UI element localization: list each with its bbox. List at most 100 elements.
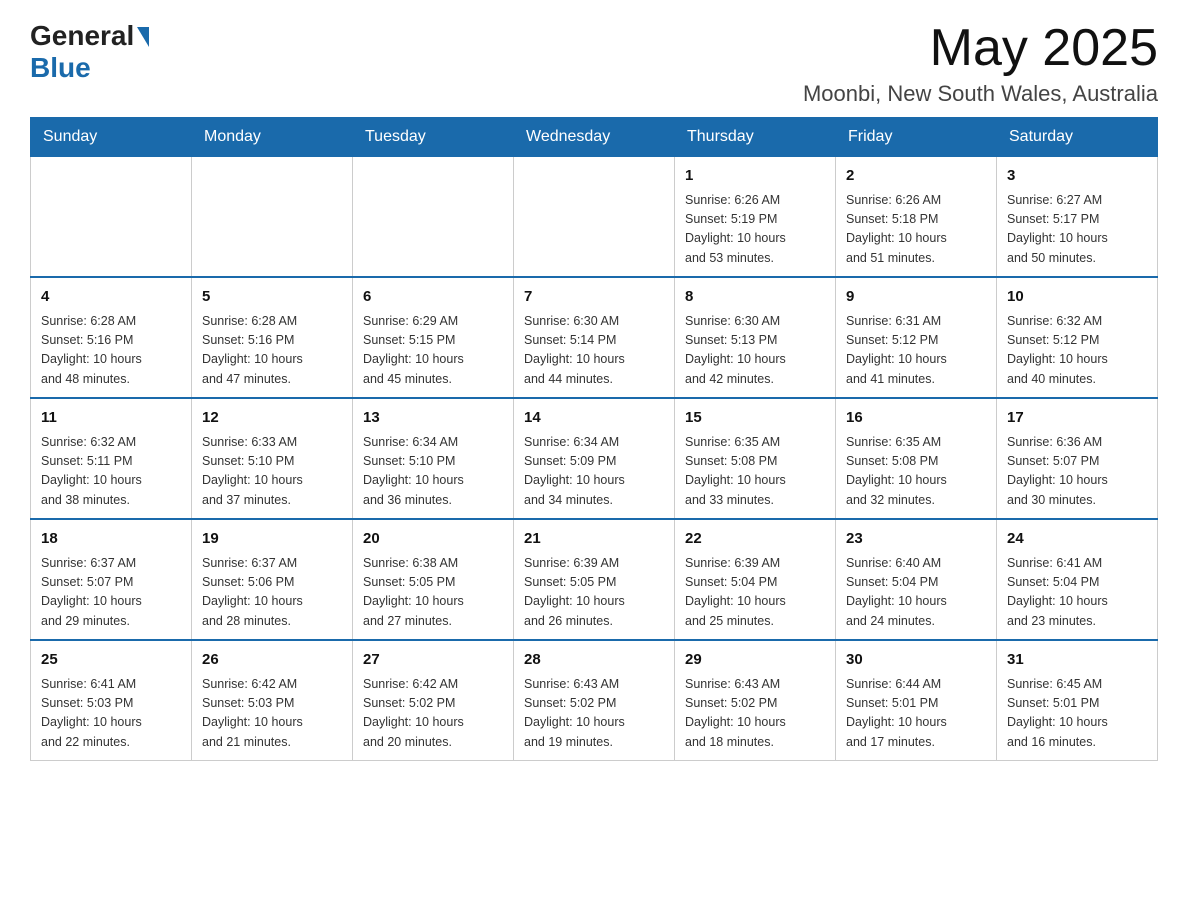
calendar-day-cell: 28 Sunrise: 6:43 AMSunset: 5:02 PMDayligh… (514, 640, 675, 761)
day-number: 29 (685, 649, 825, 672)
logo-general-text: General (30, 20, 134, 52)
sun-info: Sunrise: 6:30 AMSunset: 5:14 PMDaylight:… (524, 312, 664, 390)
calendar-week-row: 4 Sunrise: 6:28 AMSunset: 5:16 PMDaylight… (31, 277, 1158, 398)
calendar-week-row: 18Sunrise: 6:37 AMSunset: 5:07 PMDayligh… (31, 519, 1158, 640)
sun-info: Sunrise: 6:34 AMSunset: 5:10 PMDaylight:… (363, 433, 503, 511)
day-number: 27 (363, 649, 503, 672)
calendar-week-row: 1 Sunrise: 6:26 AMSunset: 5:19 PMDaylight… (31, 157, 1158, 278)
day-number: 12 (202, 407, 342, 430)
calendar-day-cell: 1 Sunrise: 6:26 AMSunset: 5:19 PMDaylight… (675, 157, 836, 278)
calendar-day-cell (353, 157, 514, 278)
calendar-day-cell: 3 Sunrise: 6:27 AMSunset: 5:17 PMDaylight… (997, 157, 1158, 278)
page-header: General Blue May 2025 Moonbi, New South … (30, 20, 1158, 107)
day-number: 26 (202, 649, 342, 672)
calendar-day-cell: 6 Sunrise: 6:29 AMSunset: 5:15 PMDaylight… (353, 277, 514, 398)
calendar-day-cell (514, 157, 675, 278)
sun-info: Sunrise: 6:42 AMSunset: 5:02 PMDaylight:… (363, 675, 503, 753)
calendar-day-cell: 8 Sunrise: 6:30 AMSunset: 5:13 PMDaylight… (675, 277, 836, 398)
calendar-day-cell: 14Sunrise: 6:34 AMSunset: 5:09 PMDayligh… (514, 398, 675, 519)
day-number: 19 (202, 528, 342, 551)
day-of-week-header: Monday (192, 118, 353, 157)
sun-info: Sunrise: 6:43 AMSunset: 5:02 PMDaylight:… (685, 675, 825, 753)
calendar-day-cell: 4Sunrise: 6:28 AMSunset: 5:16 PMDaylight… (31, 277, 192, 398)
day-number: 25 (41, 649, 181, 672)
day-number: 15 (685, 407, 825, 430)
logo-arrow-icon (137, 27, 149, 47)
day-number: 6 (363, 286, 503, 309)
sun-info: Sunrise: 6:44 AMSunset: 5:01 PMDaylight:… (846, 675, 986, 753)
day-number: 1 (685, 165, 825, 188)
day-number: 20 (363, 528, 503, 551)
sun-info: Sunrise: 6:35 AMSunset: 5:08 PMDaylight:… (846, 433, 986, 511)
calendar-day-cell (31, 157, 192, 278)
calendar-day-cell: 11 Sunrise: 6:32 AMSunset: 5:11 PMDayligh… (31, 398, 192, 519)
calendar-day-cell: 12 Sunrise: 6:33 AMSunset: 5:10 PMDayligh… (192, 398, 353, 519)
calendar-day-cell: 31 Sunrise: 6:45 AMSunset: 5:01 PMDayligh… (997, 640, 1158, 761)
sun-info: Sunrise: 6:33 AMSunset: 5:10 PMDaylight:… (202, 433, 342, 511)
sun-info: Sunrise: 6:37 AMSunset: 5:07 PMDaylight:… (41, 554, 181, 632)
calendar-table: SundayMondayTuesdayWednesdayThursdayFrid… (30, 117, 1158, 761)
sun-info: Sunrise: 6:37 AMSunset: 5:06 PMDaylight:… (202, 554, 342, 632)
calendar-day-cell: 22 Sunrise: 6:39 AMSunset: 5:04 PMDayligh… (675, 519, 836, 640)
calendar-header-row: SundayMondayTuesdayWednesdayThursdayFrid… (31, 118, 1158, 157)
sun-info: Sunrise: 6:27 AMSunset: 5:17 PMDaylight:… (1007, 191, 1147, 269)
calendar-day-cell: 15Sunrise: 6:35 AMSunset: 5:08 PMDayligh… (675, 398, 836, 519)
header-right: May 2025 Moonbi, New South Wales, Austra… (803, 20, 1158, 107)
calendar-day-cell: 23Sunrise: 6:40 AMSunset: 5:04 PMDayligh… (836, 519, 997, 640)
location-text: Moonbi, New South Wales, Australia (803, 81, 1158, 107)
sun-info: Sunrise: 6:43 AMSunset: 5:02 PMDaylight:… (524, 675, 664, 753)
calendar-day-cell: 20 Sunrise: 6:38 AMSunset: 5:05 PMDayligh… (353, 519, 514, 640)
day-number: 2 (846, 165, 986, 188)
calendar-day-cell: 5 Sunrise: 6:28 AMSunset: 5:16 PMDaylight… (192, 277, 353, 398)
sun-info: Sunrise: 6:29 AMSunset: 5:15 PMDaylight:… (363, 312, 503, 390)
sun-info: Sunrise: 6:30 AMSunset: 5:13 PMDaylight:… (685, 312, 825, 390)
sun-info: Sunrise: 6:34 AMSunset: 5:09 PMDaylight:… (524, 433, 664, 511)
sun-info: Sunrise: 6:31 AMSunset: 5:12 PMDaylight:… (846, 312, 986, 390)
day-of-week-header: Saturday (997, 118, 1158, 157)
calendar-day-cell: 27 Sunrise: 6:42 AMSunset: 5:02 PMDayligh… (353, 640, 514, 761)
day-number: 11 (41, 407, 181, 430)
day-number: 28 (524, 649, 664, 672)
day-number: 4 (41, 286, 181, 309)
sun-info: Sunrise: 6:41 AMSunset: 5:04 PMDaylight:… (1007, 554, 1147, 632)
calendar-week-row: 25Sunrise: 6:41 AMSunset: 5:03 PMDayligh… (31, 640, 1158, 761)
logo-blue-text: Blue (30, 52, 91, 83)
sun-info: Sunrise: 6:39 AMSunset: 5:05 PMDaylight:… (524, 554, 664, 632)
calendar-day-cell (192, 157, 353, 278)
day-number: 16 (846, 407, 986, 430)
day-number: 17 (1007, 407, 1147, 430)
sun-info: Sunrise: 6:32 AMSunset: 5:12 PMDaylight:… (1007, 312, 1147, 390)
calendar-day-cell: 19 Sunrise: 6:37 AMSunset: 5:06 PMDayligh… (192, 519, 353, 640)
calendar-day-cell: 10 Sunrise: 6:32 AMSunset: 5:12 PMDayligh… (997, 277, 1158, 398)
calendar-day-cell: 16 Sunrise: 6:35 AMSunset: 5:08 PMDayligh… (836, 398, 997, 519)
day-number: 31 (1007, 649, 1147, 672)
sun-info: Sunrise: 6:45 AMSunset: 5:01 PMDaylight:… (1007, 675, 1147, 753)
sun-info: Sunrise: 6:39 AMSunset: 5:04 PMDaylight:… (685, 554, 825, 632)
calendar-day-cell: 25Sunrise: 6:41 AMSunset: 5:03 PMDayligh… (31, 640, 192, 761)
logo: General Blue (30, 20, 149, 84)
sun-info: Sunrise: 6:28 AMSunset: 5:16 PMDaylight:… (202, 312, 342, 390)
day-of-week-header: Thursday (675, 118, 836, 157)
sun-info: Sunrise: 6:32 AMSunset: 5:11 PMDaylight:… (41, 433, 181, 511)
day-number: 8 (685, 286, 825, 309)
day-of-week-header: Wednesday (514, 118, 675, 157)
day-number: 10 (1007, 286, 1147, 309)
day-number: 7 (524, 286, 664, 309)
calendar-day-cell: 7 Sunrise: 6:30 AMSunset: 5:14 PMDaylight… (514, 277, 675, 398)
calendar-day-cell: 13Sunrise: 6:34 AMSunset: 5:10 PMDayligh… (353, 398, 514, 519)
day-number: 5 (202, 286, 342, 309)
calendar-day-cell: 18Sunrise: 6:37 AMSunset: 5:07 PMDayligh… (31, 519, 192, 640)
sun-info: Sunrise: 6:36 AMSunset: 5:07 PMDaylight:… (1007, 433, 1147, 511)
day-of-week-header: Tuesday (353, 118, 514, 157)
sun-info: Sunrise: 6:38 AMSunset: 5:05 PMDaylight:… (363, 554, 503, 632)
calendar-day-cell: 9 Sunrise: 6:31 AMSunset: 5:12 PMDaylight… (836, 277, 997, 398)
calendar-week-row: 11 Sunrise: 6:32 AMSunset: 5:11 PMDayligh… (31, 398, 1158, 519)
sun-info: Sunrise: 6:26 AMSunset: 5:19 PMDaylight:… (685, 191, 825, 269)
day-number: 22 (685, 528, 825, 551)
day-of-week-header: Friday (836, 118, 997, 157)
day-number: 21 (524, 528, 664, 551)
day-number: 24 (1007, 528, 1147, 551)
day-number: 3 (1007, 165, 1147, 188)
sun-info: Sunrise: 6:40 AMSunset: 5:04 PMDaylight:… (846, 554, 986, 632)
day-number: 9 (846, 286, 986, 309)
